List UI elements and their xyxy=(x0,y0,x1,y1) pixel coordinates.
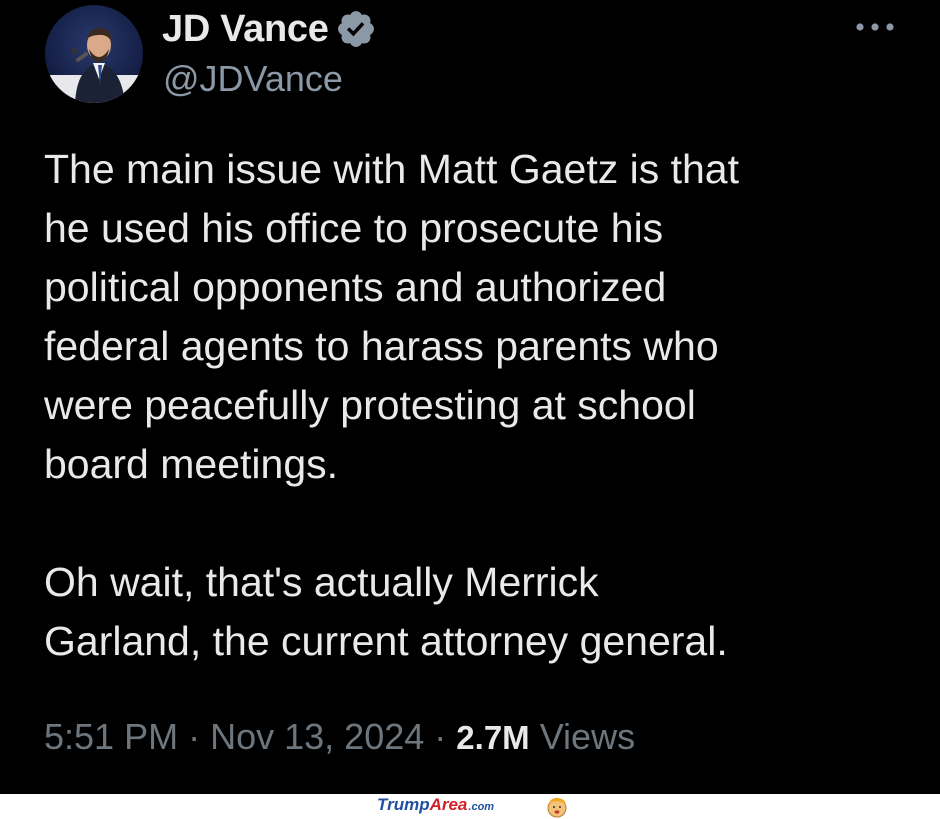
watermark-text-domain: .com xyxy=(468,801,495,813)
verified-badge-icon xyxy=(337,11,374,47)
watermark-bar: Trump Area .com xyxy=(0,794,940,819)
watermark-text-area: Area xyxy=(429,795,468,814)
tweet-text: The main issue with Matt Gaetz is that h… xyxy=(44,140,924,671)
profile-photo-icon xyxy=(45,5,143,103)
more-options-icon[interactable] xyxy=(850,12,900,42)
cartoon-face-icon xyxy=(547,797,567,818)
tweet-meta: 5:51 PM · Nov 13, 2024 · 2.7M Views xyxy=(44,716,635,758)
author-name-row: JD Vance xyxy=(162,6,377,52)
watermark-logo[interactable]: Trump Area .com xyxy=(377,795,494,815)
tweet-time[interactable]: 5:51 PM xyxy=(44,716,178,757)
author-avatar[interactable] xyxy=(45,5,143,103)
tweet-card: JD Vance @JDVance The main issue with Ma… xyxy=(0,0,940,794)
author-display-name[interactable]: JD Vance xyxy=(162,8,329,51)
meta-separator: · xyxy=(434,716,447,757)
tweet-paragraph-1: The main issue with Matt Gaetz is that h… xyxy=(44,146,739,487)
views-count: 2.7M xyxy=(456,719,530,756)
meta-separator: · xyxy=(188,716,201,757)
tweet-paragraph-2: Oh wait, that's actually Merrick Garland… xyxy=(44,559,728,664)
author-handle[interactable]: @JDVance xyxy=(163,58,343,100)
views-label: Views xyxy=(539,716,636,757)
watermark-text-trump: Trump xyxy=(377,795,430,814)
tweet-date[interactable]: Nov 13, 2024 xyxy=(210,716,424,757)
